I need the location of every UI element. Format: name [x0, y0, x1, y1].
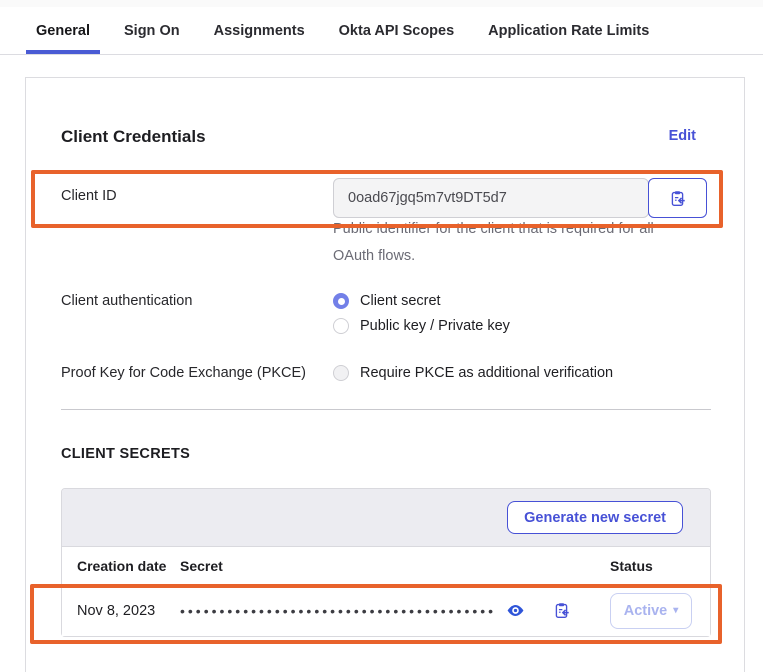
secret-cell: •••••••••••••••••••••••••••••••••••••••• — [180, 601, 610, 620]
generate-new-secret-button[interactable]: Generate new secret — [507, 501, 683, 534]
copy-icon — [553, 602, 570, 619]
reveal-secret-button[interactable] — [506, 601, 525, 620]
status-cell: Active ▾ — [610, 593, 710, 629]
client-credentials-card: Client Credentials Edit Client ID Public… — [25, 77, 745, 672]
radio-public-key-label: Public key / Private key — [360, 318, 510, 334]
tab-general[interactable]: General — [26, 7, 100, 54]
column-header-secret: Secret — [180, 558, 610, 574]
section-title: Client Credentials — [61, 127, 206, 147]
client-id-label: Client ID — [61, 188, 117, 204]
pkce-option-row: Require PKCE as additional verification — [333, 362, 613, 384]
okta-app-settings-page: General Sign On Assignments Okta API Sco… — [0, 0, 763, 672]
column-header-status: Status — [610, 558, 710, 574]
section-divider — [61, 409, 711, 410]
tab-application-rate-limits[interactable]: Application Rate Limits — [478, 7, 659, 54]
tab-assignments[interactable]: Assignments — [204, 7, 315, 54]
status-badge: Active — [624, 603, 668, 619]
page-top-strip — [0, 0, 763, 7]
pkce-label: Proof Key for Code Exchange (PKCE) — [61, 365, 306, 381]
column-header-creation-date: Creation date — [62, 558, 180, 574]
radio-client-secret[interactable] — [333, 293, 349, 309]
chevron-down-icon: ▾ — [673, 606, 678, 616]
table-header-row: Creation date Secret Status — [62, 546, 710, 585]
tab-bar: General Sign On Assignments Okta API Sco… — [0, 7, 763, 55]
masked-secret-value: •••••••••••••••••••••••••••••••••••••••• — [180, 603, 502, 619]
client-authentication-label: Client authentication — [61, 293, 192, 309]
radio-option-client-secret: Client secret — [333, 290, 441, 312]
tab-okta-api-scopes[interactable]: Okta API Scopes — [329, 7, 465, 54]
copy-client-id-button[interactable] — [648, 178, 707, 218]
secret-status-dropdown[interactable]: Active ▾ — [610, 593, 692, 629]
secret-creation-date: Nov 8, 2023 — [62, 603, 180, 619]
copy-icon — [669, 190, 686, 207]
copy-secret-button[interactable] — [553, 602, 570, 619]
client-secrets-table: Generate new secret Creation date Secret… — [61, 488, 711, 637]
eye-icon — [506, 601, 525, 620]
tab-sign-on[interactable]: Sign On — [114, 7, 190, 54]
table-toolbar: Generate new secret — [62, 489, 710, 546]
radio-client-secret-label: Client secret — [360, 293, 441, 309]
client-id-help-text: Public identifier for the client that is… — [333, 216, 673, 270]
client-id-input[interactable] — [333, 178, 649, 218]
radio-public-key[interactable] — [333, 318, 349, 334]
radio-option-public-key: Public key / Private key — [333, 315, 510, 337]
pkce-option-label: Require PKCE as additional verification — [360, 365, 613, 381]
table-row: Nov 8, 2023 ••••••••••••••••••••••••••••… — [62, 585, 710, 636]
client-secrets-title: CLIENT SECRETS — [61, 446, 190, 462]
edit-link[interactable]: Edit — [669, 128, 696, 144]
pkce-checkbox[interactable] — [333, 365, 349, 381]
